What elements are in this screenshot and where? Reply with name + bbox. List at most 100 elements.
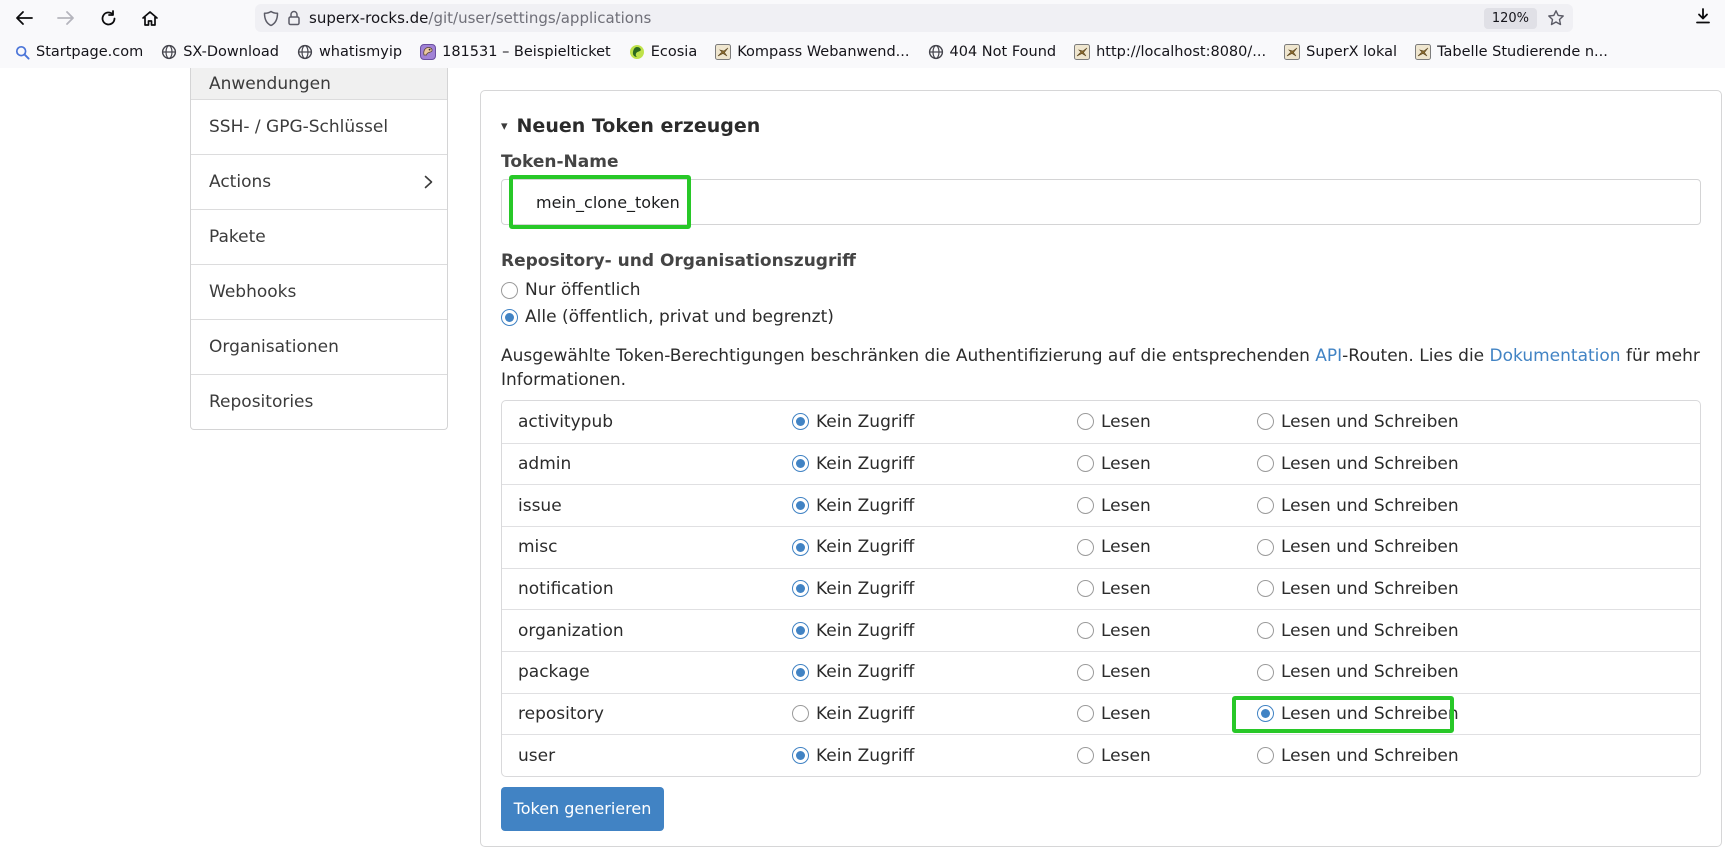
sidebar-item-pakete[interactable]: Pakete — [191, 209, 447, 264]
permission-option-issue-read[interactable]: Lesen — [1077, 496, 1257, 516]
radio-icon[interactable] — [501, 282, 518, 299]
api-link[interactable]: API — [1315, 346, 1342, 366]
radio-icon[interactable] — [501, 309, 518, 326]
sidebar-item-organisationen[interactable]: Organisationen — [191, 319, 447, 374]
radio-icon[interactable] — [1257, 664, 1274, 681]
sidebar-item-repositories[interactable]: Repositories — [191, 374, 447, 429]
permission-option-issue-read-write[interactable]: Lesen und Schreiben — [1257, 496, 1700, 516]
radio-icon[interactable] — [792, 580, 809, 597]
permission-row-admin: admin Kein Zugriff Lesen Lesen und Schre… — [502, 443, 1700, 485]
permission-option-issue-none[interactable]: Kein Zugriff — [792, 496, 1077, 516]
radio-icon[interactable] — [792, 747, 809, 764]
bookmark-star-icon[interactable] — [1547, 9, 1565, 27]
sidebar-item-ssh-gpg-schl-ssel[interactable]: SSH- / GPG-Schlüssel — [191, 99, 447, 154]
sidebar-item-actions[interactable]: Actions — [191, 154, 447, 209]
forward-button[interactable] — [52, 4, 80, 32]
permission-option-notification-none[interactable]: Kein Zugriff — [792, 579, 1077, 599]
radio-icon[interactable] — [792, 539, 809, 556]
home-button[interactable] — [136, 4, 164, 32]
permission-option-label: Lesen — [1101, 746, 1151, 766]
radio-icon[interactable] — [1077, 539, 1094, 556]
bookmark-item[interactable]: http://localhost:8080/... — [1067, 41, 1273, 63]
permission-option-misc-read-write[interactable]: Lesen und Schreiben — [1257, 537, 1700, 557]
permission-option-admin-none[interactable]: Kein Zugriff — [792, 454, 1077, 474]
permission-name: issue — [502, 496, 792, 516]
radio-icon[interactable] — [1077, 497, 1094, 514]
bookmark-label: 404 Not Found — [950, 44, 1057, 60]
url-bar[interactable]: superx-rocks.de/git/user/settings/applic… — [255, 4, 1573, 32]
radio-icon[interactable] — [1077, 455, 1094, 472]
permission-option-misc-read[interactable]: Lesen — [1077, 537, 1257, 557]
permission-option-repository-read[interactable]: Lesen — [1077, 704, 1257, 724]
permission-option-notification-read-write[interactable]: Lesen und Schreiben — [1257, 579, 1700, 599]
permission-option-organization-read[interactable]: Lesen — [1077, 621, 1257, 641]
permission-option-admin-read-write[interactable]: Lesen und Schreiben — [1257, 454, 1700, 474]
permission-option-user-none[interactable]: Kein Zugriff — [792, 746, 1077, 766]
permission-option-user-read[interactable]: Lesen — [1077, 746, 1257, 766]
lock-icon[interactable] — [287, 10, 301, 26]
radio-icon[interactable] — [792, 705, 809, 722]
radio-icon[interactable] — [1077, 705, 1094, 722]
permission-option-repository-none[interactable]: Kein Zugriff — [792, 704, 1077, 724]
bookmark-item[interactable]: Tabelle Studierende n... — [1408, 41, 1615, 63]
documentation-link[interactable]: Dokumentation — [1490, 346, 1621, 366]
permission-option-admin-read[interactable]: Lesen — [1077, 454, 1257, 474]
radio-icon[interactable] — [792, 622, 809, 639]
permission-option-notification-read[interactable]: Lesen — [1077, 579, 1257, 599]
permission-option-organization-none[interactable]: Kein Zugriff — [792, 621, 1077, 641]
radio-icon[interactable] — [1257, 747, 1274, 764]
bookmark-item[interactable]: Startpage.com — [8, 41, 150, 63]
bookmark-item[interactable]: SuperX lokal — [1277, 41, 1404, 63]
permission-option-misc-none[interactable]: Kein Zugriff — [792, 537, 1077, 557]
sidebar-item-label: Webhooks — [209, 282, 296, 302]
bookmark-item[interactable]: whatismyip — [290, 41, 409, 63]
permission-option-package-read[interactable]: Lesen — [1077, 662, 1257, 682]
permission-option-user-read-write[interactable]: Lesen und Schreiben — [1257, 746, 1700, 766]
info-text-part: -Routen. Lies die — [1342, 346, 1489, 366]
permission-option-label: Kein Zugriff — [816, 621, 914, 641]
radio-icon[interactable] — [1077, 747, 1094, 764]
bookmark-item[interactable]: Ecosia — [622, 41, 704, 63]
radio-icon[interactable] — [1257, 539, 1274, 556]
permission-option-repository-read-write[interactable]: Lesen und Schreiben — [1257, 704, 1700, 724]
bookmark-item[interactable]: 181531 – Beispielticket — [413, 41, 618, 63]
permission-option-package-none[interactable]: Kein Zugriff — [792, 662, 1077, 682]
radio-icon[interactable] — [1077, 580, 1094, 597]
bookmark-item[interactable]: Kompass Webanwend... — [708, 41, 916, 63]
radio-icon[interactable] — [792, 664, 809, 681]
permission-option-activitypub-read[interactable]: Lesen — [1077, 412, 1257, 432]
permission-option-organization-read-write[interactable]: Lesen und Schreiben — [1257, 621, 1700, 641]
bookmark-item[interactable]: 404 Not Found — [921, 41, 1064, 63]
radio-icon[interactable] — [1257, 497, 1274, 514]
radio-icon[interactable] — [792, 455, 809, 472]
radio-icon[interactable] — [1257, 455, 1274, 472]
permission-option-activitypub-read-write[interactable]: Lesen und Schreiben — [1257, 412, 1700, 432]
sidebar-item-webhooks[interactable]: Webhooks — [191, 264, 447, 319]
radio-icon[interactable] — [792, 413, 809, 430]
bookmark-item[interactable]: SX-Download — [154, 41, 286, 63]
reload-button[interactable] — [94, 4, 122, 32]
scope-option-public-only[interactable]: Nur öffentlich — [501, 280, 1701, 301]
zoom-level-badge[interactable]: 120% — [1484, 8, 1537, 29]
back-button[interactable] — [10, 4, 38, 32]
shield-icon[interactable] — [263, 10, 279, 27]
radio-icon[interactable] — [1257, 580, 1274, 597]
superx-favicon — [1415, 44, 1431, 60]
permission-option-activitypub-none[interactable]: Kein Zugriff — [792, 412, 1077, 432]
radio-icon[interactable] — [1077, 413, 1094, 430]
radio-icon[interactable] — [1077, 664, 1094, 681]
radio-icon[interactable] — [1257, 413, 1274, 430]
radio-icon[interactable] — [1257, 705, 1274, 722]
radio-icon[interactable] — [1257, 622, 1274, 639]
token-name-input[interactable] — [501, 179, 1701, 225]
permission-option-label: Lesen — [1101, 662, 1151, 682]
scope-option-all[interactable]: Alle (öffentlich, privat und begrenzt) — [501, 307, 1701, 328]
downloads-icon[interactable] — [1693, 6, 1713, 26]
radio-icon[interactable] — [1077, 622, 1094, 639]
sidebar-item-anwendungen[interactable]: Anwendungen — [191, 68, 447, 99]
generate-token-section-header[interactable]: ▾ Neuen Token erzeugen — [501, 115, 1701, 138]
radio-icon[interactable] — [792, 497, 809, 514]
scope-option-label: Alle (öffentlich, privat und begrenzt) — [525, 307, 834, 328]
generate-token-button[interactable]: Token generieren — [501, 787, 664, 831]
permission-option-package-read-write[interactable]: Lesen und Schreiben — [1257, 662, 1700, 682]
